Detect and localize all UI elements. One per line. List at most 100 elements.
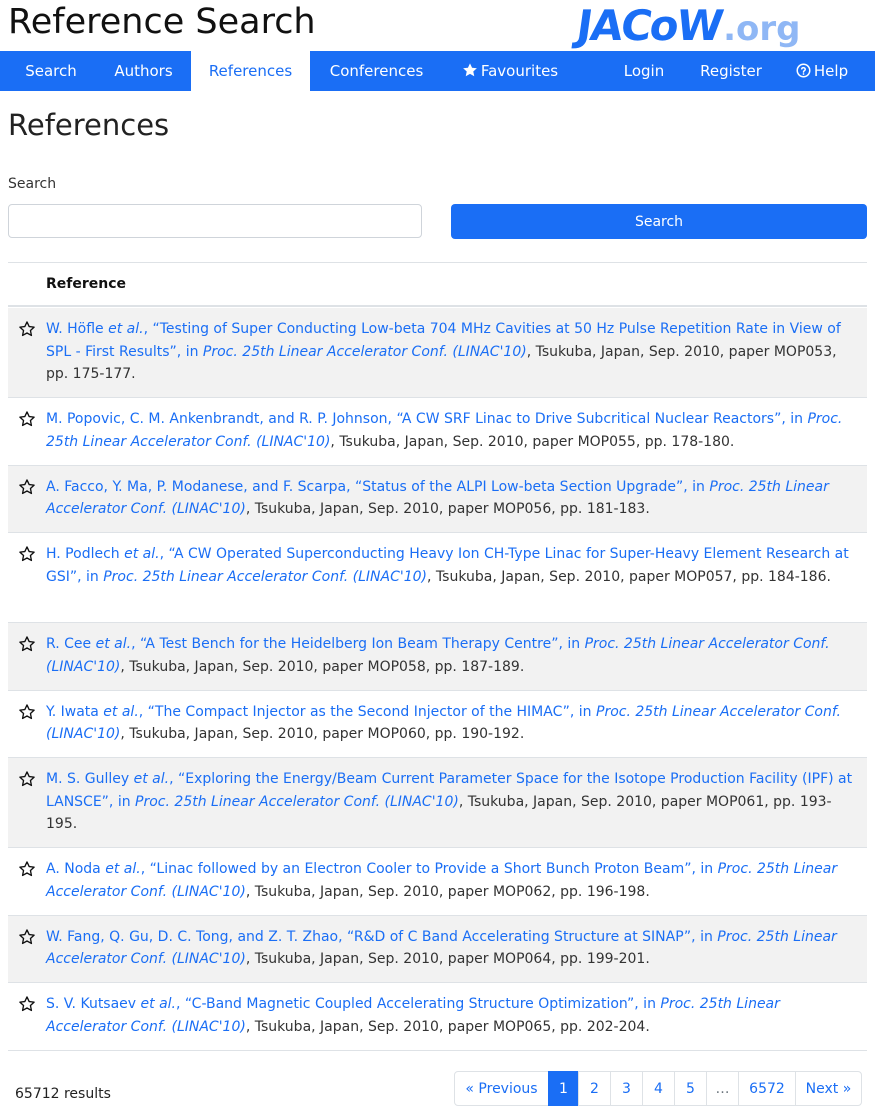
nav-references[interactable]: References bbox=[191, 51, 310, 91]
pagination-page[interactable]: 6572 bbox=[738, 1071, 796, 1106]
star-icon[interactable] bbox=[18, 995, 36, 1013]
star-icon[interactable] bbox=[18, 320, 36, 338]
star-icon[interactable] bbox=[18, 478, 36, 496]
table-row: A. Noda et al., “Linac followed by an El… bbox=[8, 848, 867, 916]
reference-authors[interactable]: S. V. Kutsaev bbox=[46, 996, 136, 1012]
nav-register[interactable]: Register bbox=[691, 51, 771, 91]
pagination-page[interactable]: 1 bbox=[548, 1071, 579, 1106]
nav-help-label: Help bbox=[813, 62, 849, 80]
reference-details: , Tsukuba, Japan, Sep. 2010, paper MOP06… bbox=[245, 1018, 650, 1035]
reference-conference: Proc. 25th Linear Accelerator Conf. (LIN… bbox=[103, 568, 428, 585]
search-input[interactable] bbox=[8, 204, 422, 238]
reference-etal: et al. bbox=[95, 636, 132, 652]
table-header: Reference bbox=[8, 262, 867, 307]
reference-details: , Tsukuba, Japan, Sep. 2010, paper MOP05… bbox=[245, 501, 650, 517]
table-row: M. Popovic, C. M. Ankenbrandt, and R. P.… bbox=[8, 398, 867, 466]
nav-search[interactable]: Search bbox=[8, 51, 94, 91]
nav-help[interactable]: Help bbox=[786, 51, 858, 91]
question-circle-icon bbox=[796, 53, 811, 93]
reference-authors[interactable]: M. S. Gulley bbox=[46, 771, 129, 787]
pagination-page[interactable]: 3 bbox=[610, 1071, 643, 1106]
star-icon[interactable] bbox=[18, 410, 36, 428]
site-title: Reference Search bbox=[8, 2, 316, 42]
reference-title: , “The Compact Injector as the Second In… bbox=[138, 703, 596, 720]
reference-authors[interactable]: A. Facco, Y. Ma, P. Modanese, and F. Sca… bbox=[46, 479, 346, 495]
pagination-page[interactable]: 2 bbox=[578, 1071, 611, 1106]
table-row: A. Facco, Y. Ma, P. Modanese, and F. Sca… bbox=[8, 465, 867, 533]
reference-etal: et al. bbox=[108, 321, 144, 337]
reference-authors[interactable]: R. Cee bbox=[46, 636, 91, 652]
table-row: S. V. Kutsaev et al., “C-Band Magnetic C… bbox=[8, 983, 867, 1051]
pagination: « Previous 1 2 3 4 5 … 6572 Next » bbox=[454, 1071, 862, 1106]
reference-text[interactable]: A. Facco, Y. Ma, P. Modanese, and F. Sca… bbox=[46, 476, 858, 521]
logo-ext-text: .org bbox=[723, 9, 801, 49]
star-icon[interactable] bbox=[18, 703, 36, 721]
reference-etal: et al. bbox=[140, 996, 177, 1012]
reference-text[interactable]: R. Cee et al., “A Test Bench for the Hei… bbox=[46, 633, 858, 678]
jacow-logo[interactable]: JACoW .org bbox=[573, 1, 801, 50]
reference-title: , “A Test Bench for the Heidelberg Ion B… bbox=[131, 636, 585, 652]
nav-conferences[interactable]: Conferences bbox=[310, 51, 443, 91]
page-title: References bbox=[8, 108, 170, 142]
reference-text[interactable]: M. S. Gulley et al., “Exploring the Ener… bbox=[46, 768, 858, 836]
nav-login[interactable]: Login bbox=[612, 51, 676, 91]
reference-conference: Proc. 25th Linear Accelerator Conf. (LIN… bbox=[202, 343, 527, 360]
reference-details: , Tsukuba, Japan, Sep. 2010, paper MOP05… bbox=[120, 658, 525, 675]
reference-authors[interactable]: Y. Iwata bbox=[46, 704, 99, 720]
reference-etal: et al. bbox=[133, 771, 170, 787]
site-header: Reference Search JACoW .org bbox=[0, 0, 875, 50]
pagination-ellipsis: … bbox=[706, 1071, 739, 1106]
star-icon[interactable] bbox=[18, 860, 36, 878]
reference-title: , “A CW SRF Linac to Drive Subcritical N… bbox=[387, 411, 808, 427]
reference-details: , Tsukuba, Japan, Sep. 2010, paper MOP06… bbox=[245, 883, 650, 900]
results-count: 65712 results bbox=[15, 1086, 111, 1102]
reference-text[interactable]: S. V. Kutsaev et al., “C-Band Magnetic C… bbox=[46, 993, 858, 1038]
search-button[interactable]: Search bbox=[451, 204, 867, 239]
reference-text[interactable]: W. Höfle et al., “Testing of Super Condu… bbox=[46, 318, 858, 386]
reference-text[interactable]: Y. Iwata et al., “The Compact Injector a… bbox=[46, 701, 858, 746]
reference-title: , “Linac followed by an Electron Cooler … bbox=[140, 861, 718, 877]
star-icon[interactable] bbox=[18, 635, 36, 653]
reference-title: , “R&D of C Band Accelerating Structure … bbox=[338, 928, 718, 945]
reference-list: W. Höfle et al., “Testing of Super Condu… bbox=[8, 308, 867, 1051]
reference-etal: et al. bbox=[103, 703, 139, 720]
table-row: W. Höfle et al., “Testing of Super Condu… bbox=[8, 308, 867, 398]
search-label: Search bbox=[8, 176, 57, 192]
reference-text[interactable]: M. Popovic, C. M. Ankenbrandt, and R. P.… bbox=[46, 408, 858, 453]
reference-text[interactable]: A. Noda et al., “Linac followed by an El… bbox=[46, 858, 858, 903]
pagination-next[interactable]: Next » bbox=[795, 1071, 862, 1106]
main-navbar: Search Authors References Conferences Fa… bbox=[0, 51, 875, 91]
reference-text[interactable]: H. Podlech et al., “A CW Operated Superc… bbox=[46, 543, 858, 588]
star-icon[interactable] bbox=[18, 928, 36, 946]
reference-details: , Tsukuba, Japan, Sep. 2010, paper MOP05… bbox=[330, 433, 735, 450]
logo-main-text: JACoW bbox=[573, 1, 725, 50]
pagination-page[interactable]: 5 bbox=[674, 1071, 707, 1106]
table-row: M. S. Gulley et al., “Exploring the Ener… bbox=[8, 758, 867, 848]
column-header-reference: Reference bbox=[46, 276, 127, 292]
reference-details: , Tsukuba, Japan, Sep. 2010, paper MOP05… bbox=[427, 568, 831, 585]
pagination-page[interactable]: 4 bbox=[642, 1071, 675, 1106]
nav-favourites[interactable]: Favourites bbox=[445, 51, 575, 91]
star-icon[interactable] bbox=[18, 545, 36, 563]
pagination-previous[interactable]: « Previous bbox=[454, 1071, 549, 1106]
table-row: H. Podlech et al., “A CW Operated Superc… bbox=[8, 533, 867, 623]
table-row: R. Cee et al., “A Test Bench for the Hei… bbox=[8, 623, 867, 691]
nav-favourites-label: Favourites bbox=[480, 62, 559, 80]
reference-authors[interactable]: H. Podlech bbox=[46, 546, 120, 562]
reference-conference: Proc. 25th Linear Accelerator Conf. (LIN… bbox=[135, 793, 459, 810]
reference-details: , Tsukuba, Japan, Sep. 2010, paper MOP06… bbox=[120, 726, 525, 742]
reference-authors[interactable]: W. Höfle bbox=[46, 321, 104, 337]
reference-text[interactable]: W. Fang, Q. Gu, D. C. Tong, and Z. T. Zh… bbox=[46, 926, 858, 971]
reference-authors[interactable]: W. Fang, Q. Gu, D. C. Tong, and Z. T. Zh… bbox=[46, 929, 338, 945]
reference-title: , “Status of the ALPI Low-beta Section U… bbox=[346, 478, 710, 495]
nav-authors[interactable]: Authors bbox=[96, 51, 191, 91]
reference-authors[interactable]: A. Noda bbox=[46, 861, 101, 877]
reference-etal: et al. bbox=[105, 861, 141, 877]
reference-title: , “C-Band Magnetic Coupled Accelerating … bbox=[176, 996, 661, 1012]
reference-etal: et al. bbox=[124, 546, 160, 562]
star-icon bbox=[462, 53, 478, 93]
star-icon[interactable] bbox=[18, 770, 36, 788]
reference-authors[interactable]: M. Popovic, C. M. Ankenbrandt, and R. P.… bbox=[46, 411, 388, 427]
reference-details: , Tsukuba, Japan, Sep. 2010, paper MOP06… bbox=[245, 951, 650, 967]
table-row: Y. Iwata et al., “The Compact Injector a… bbox=[8, 691, 867, 758]
